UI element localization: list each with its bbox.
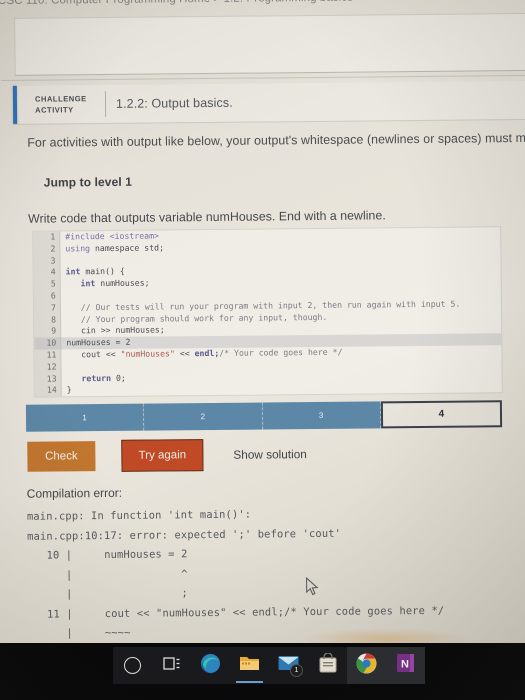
try-again-button[interactable]: Try again bbox=[121, 439, 204, 472]
code-line-number: 13 bbox=[46, 373, 57, 384]
code-line-text[interactable] bbox=[60, 290, 66, 302]
code-token: return bbox=[81, 372, 112, 383]
taskbar-item-file-explorer[interactable] bbox=[230, 647, 269, 684]
code-line-text[interactable]: return 0; bbox=[61, 372, 126, 384]
jump-to-level-label[interactable]: Jump to level 1 bbox=[44, 175, 132, 190]
challenge-activity-tag: CHALLENGE ACTIVITY bbox=[35, 93, 99, 116]
task-view-icon bbox=[162, 656, 181, 676]
breadcrumb[interactable]: CSC 110: Computer Programming Home > 1.2… bbox=[0, 0, 525, 7]
zybooks-page: CSC 110: Computer Programming Home > 1.2… bbox=[0, 0, 525, 643]
level-4[interactable]: 4 bbox=[380, 400, 503, 429]
code-token: cin >> numHouses; bbox=[66, 324, 165, 336]
notification-badge: 1 bbox=[290, 664, 303, 677]
taskbar-item-edge-browser[interactable] bbox=[191, 647, 230, 684]
divider bbox=[0, 74, 525, 81]
code-line-text[interactable]: using namespace std; bbox=[59, 242, 164, 255]
code-line-number: 8 bbox=[51, 314, 57, 325]
challenge-tag-line2: ACTIVITY bbox=[35, 105, 74, 115]
code-editor[interactable]: 1 #include <iostream> 2 using namespace std… bbox=[32, 226, 503, 398]
photographed-screen: CSC 110: Computer Programming Home > 1.2… bbox=[0, 0, 525, 700]
taskbar-item-task-view[interactable] bbox=[152, 647, 191, 684]
challenge-tag-line1: CHALLENGE bbox=[34, 94, 87, 104]
cortana-circle-icon bbox=[124, 657, 141, 674]
code-line-number: 7 bbox=[50, 302, 56, 313]
windows-taskbar: 1N bbox=[0, 643, 525, 700]
edge-browser-icon bbox=[200, 653, 221, 679]
activity-prompt: Write code that outputs variable numHous… bbox=[28, 208, 386, 226]
code-line-number: 1 bbox=[50, 231, 56, 242]
top-empty-card bbox=[14, 12, 525, 76]
file-explorer-icon bbox=[239, 654, 260, 677]
code-line-number: 9 bbox=[51, 325, 57, 336]
vertical-divider bbox=[104, 90, 107, 117]
level-1[interactable]: 1 bbox=[25, 403, 145, 432]
code-line-number: 3 bbox=[50, 255, 56, 266]
compilation-error-output: main.cpp: In function 'int main()': main… bbox=[26, 508, 445, 640]
onenote-icon: N bbox=[396, 653, 415, 678]
show-solution-link[interactable]: Show solution bbox=[233, 447, 307, 462]
code-token: using bbox=[65, 242, 96, 254]
code-token: cout << bbox=[66, 348, 121, 360]
taskbar-item-microsoft-store[interactable] bbox=[308, 647, 347, 684]
code-line-text[interactable] bbox=[59, 255, 65, 267]
mouse-cursor-icon bbox=[306, 576, 319, 596]
level-2[interactable]: 2 bbox=[144, 402, 263, 431]
taskbar-item-mail[interactable]: 1 bbox=[269, 647, 308, 684]
action-button-row: Check Try again Show solution bbox=[27, 438, 307, 473]
taskbar-item-chrome-browser[interactable] bbox=[347, 647, 386, 684]
code-line-number: 12 bbox=[46, 361, 57, 372]
code-token: numHouses = 2 bbox=[66, 336, 131, 348]
code-token: main() { bbox=[80, 266, 125, 277]
code-line-text[interactable]: numHouses = 2 bbox=[60, 337, 130, 349]
code-line-text[interactable]: int main() { bbox=[60, 266, 125, 278]
code-token: /* Your code goes here */ bbox=[219, 346, 343, 358]
code-line-number: 11 bbox=[46, 349, 57, 360]
code-line-number: 10 bbox=[46, 337, 57, 348]
code-token: namespace std; bbox=[94, 242, 165, 253]
taskbar-icons: 1N bbox=[113, 647, 425, 684]
taskbar-item-cortana-circle[interactable] bbox=[113, 647, 152, 684]
code-token: int bbox=[80, 278, 96, 289]
code-line-text[interactable]: #include <iostream> bbox=[59, 230, 159, 243]
compilation-error-title: Compilation error: bbox=[26, 485, 123, 501]
code-token: numHouses; bbox=[95, 277, 150, 289]
code-token: // Your program should work for any inpu… bbox=[66, 311, 328, 324]
code-token: "numHouses" bbox=[120, 348, 175, 359]
chrome-browser-icon bbox=[356, 653, 377, 679]
code-line-number: 5 bbox=[50, 278, 56, 289]
code-lines[interactable]: 1 #include <iostream> 2 using namespace std… bbox=[33, 227, 502, 397]
code-token: endl; bbox=[194, 347, 220, 359]
code-token: int bbox=[65, 266, 81, 277]
code-line-text[interactable]: cin >> numHouses; bbox=[60, 325, 165, 338]
page-title: 1.2.2: Output basics. bbox=[115, 95, 233, 111]
level-3[interactable]: 3 bbox=[262, 401, 381, 430]
code-token: << bbox=[174, 348, 195, 359]
level-progress-bar[interactable]: 1234 bbox=[25, 400, 503, 432]
challenge-activity-header: CHALLENGE ACTIVITY 1.2.2: Output basics. bbox=[12, 80, 525, 124]
code-line-number: 14 bbox=[46, 384, 57, 395]
code-line-text[interactable] bbox=[60, 361, 66, 373]
code-line-number: 2 bbox=[50, 243, 56, 254]
svg-text:N: N bbox=[401, 659, 409, 671]
code-token: } bbox=[66, 384, 72, 395]
code-line-text[interactable]: int numHouses; bbox=[60, 278, 150, 291]
accent-bar bbox=[12, 85, 18, 124]
code-line-text[interactable]: } bbox=[61, 385, 72, 397]
code-token: #include <iostream> bbox=[65, 230, 159, 242]
code-line-number: 6 bbox=[50, 290, 56, 301]
taskbar-item-onenote[interactable]: N bbox=[386, 647, 425, 684]
code-line-number: 4 bbox=[50, 266, 56, 277]
check-button[interactable]: Check bbox=[27, 441, 96, 472]
intro-text: For activities with output like below, y… bbox=[27, 130, 525, 150]
code-token: 0; bbox=[110, 372, 126, 383]
microsoft-store-icon bbox=[319, 652, 337, 678]
